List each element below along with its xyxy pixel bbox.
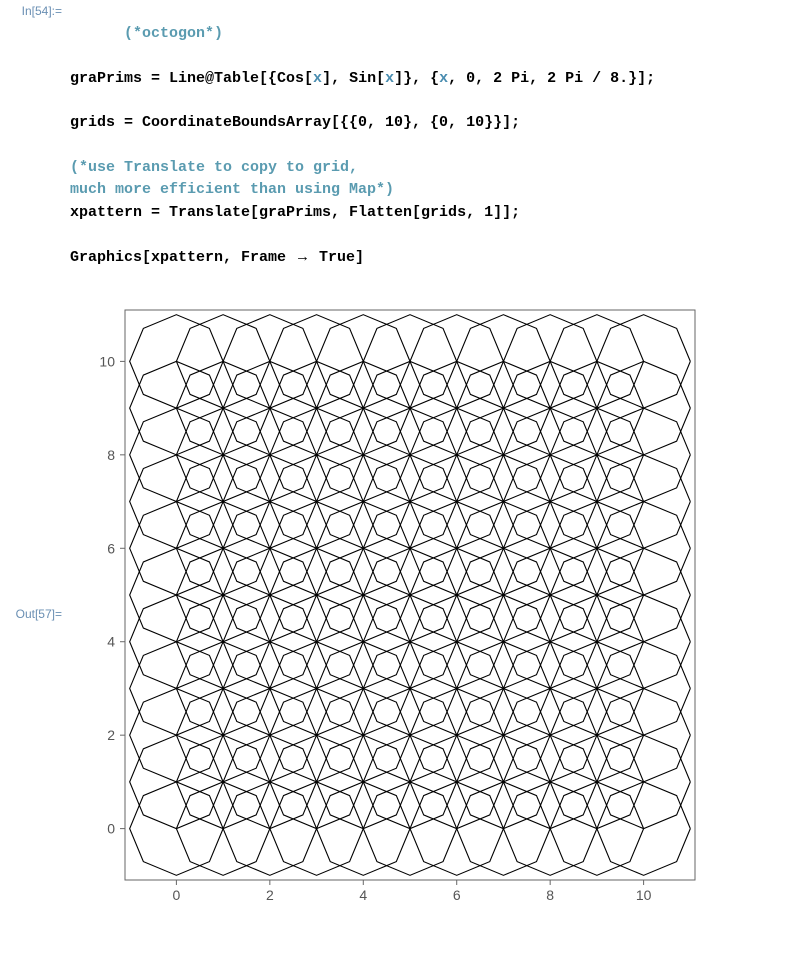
svg-text:4: 4	[359, 887, 367, 903]
svg-text:2: 2	[107, 727, 115, 743]
input-cell: In[54]:= (*octogon*) graPrims = Line@Tab…	[0, 0, 799, 270]
var-x: x	[439, 70, 448, 87]
svg-text:6: 6	[107, 540, 115, 556]
svg-text:0: 0	[107, 820, 115, 836]
code-block[interactable]: (*octogon*) graPrims = Line@Table[{Cos[x…	[70, 0, 799, 270]
code-line-grids: grids = CoordinateBoundsArray[{{0, 10}, …	[70, 112, 789, 135]
svg-text:2: 2	[266, 887, 274, 903]
svg-text:0: 0	[172, 887, 180, 903]
code-line-graprims: graPrims = Line@Table[{Cos[x], Sin[x]}, …	[70, 68, 789, 91]
var-x: x	[313, 70, 322, 87]
input-label: In[54]:=	[0, 0, 70, 18]
octagon-pattern-graphic: 0 2 4 6 8 10 0 2 4 6 8 10	[70, 300, 710, 920]
comment-octogon: (*octogon*)	[124, 25, 223, 42]
var-x: x	[385, 70, 394, 87]
svg-text:10: 10	[636, 887, 652, 903]
svg-text:10: 10	[99, 353, 115, 369]
svg-text:8: 8	[107, 446, 115, 462]
svg-text:4: 4	[107, 633, 115, 649]
code-line-xpattern: xpattern = Translate[graPrims, Flatten[g…	[70, 202, 789, 225]
output-cell: Out[57]= 0 2 4 6 8 10 0 2 4 6 8 10	[0, 300, 799, 925]
output-label: Out[57]=	[0, 603, 70, 621]
rule-arrow: →	[295, 248, 310, 265]
comment-translate-b: much more efficient than using Map*)	[70, 181, 394, 198]
svg-text:6: 6	[453, 887, 461, 903]
comment-translate-a: (*use Translate to copy to grid,	[70, 159, 358, 176]
code-line-graphics: Graphics[xpattern, Frame → True]	[70, 246, 789, 270]
svg-text:8: 8	[546, 887, 554, 903]
